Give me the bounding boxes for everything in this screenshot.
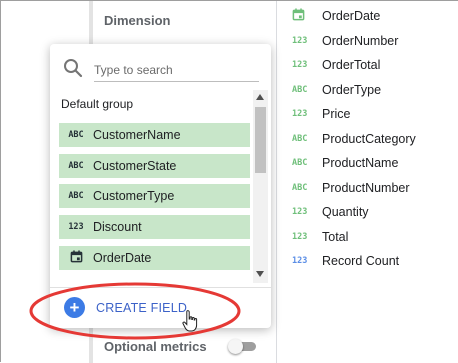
field-option-item[interactable]: ABC CustomerState — [59, 153, 250, 178]
field-options-list: ABC CustomerName ABC CustomerState ABC Custom… — [59, 123, 250, 276]
text-type-icon: ABC — [292, 158, 308, 169]
number-type-icon: 123 — [292, 207, 308, 218]
field-list-label: ProductNumber — [322, 180, 410, 195]
field-list-item[interactable]: 123 OrderTotal — [292, 53, 416, 78]
field-list-item[interactable]: ABC ProductName — [292, 151, 416, 176]
field-list-label: Quantity — [322, 205, 369, 220]
number-type-icon: 123 — [292, 60, 308, 71]
number-type-icon: 123 — [292, 256, 308, 267]
field-list-label: ProductCategory — [322, 131, 416, 146]
field-list-item[interactable]: 123 Record Count — [292, 249, 416, 274]
scroll-down-arrow-icon[interactable] — [256, 271, 264, 277]
field-list-label: Total — [322, 229, 349, 244]
available-fields-panel: OrderDate 123 OrderNumber 123 OrderTotal ABC O… — [276, 1, 458, 363]
create-field-button[interactable]: + CREATE FIELD — [64, 297, 187, 318]
field-option-label: OrderDate — [93, 250, 152, 265]
field-list-label: OrderDate — [322, 9, 381, 24]
field-list-item[interactable]: ABC OrderType — [292, 78, 416, 103]
field-list-item[interactable]: 123 OrderNumber — [292, 29, 416, 54]
field-list-item[interactable]: 123 Price — [292, 102, 416, 127]
field-list-item[interactable]: OrderDate — [292, 4, 416, 29]
field-option-label: Discount — [93, 220, 142, 235]
field-option-item[interactable]: ABC CustomerType — [59, 184, 250, 209]
number-type-icon: 123 — [292, 109, 308, 120]
field-option-item[interactable]: OrderDate — [59, 245, 250, 270]
text-type-icon: ABC — [68, 130, 84, 140]
number-type-icon: 123 — [292, 35, 308, 46]
plus-icon: + — [64, 297, 85, 318]
date-type-icon — [59, 250, 93, 266]
calendar-icon — [70, 250, 82, 263]
field-list-label: Record Count — [322, 254, 400, 269]
field-list-item[interactable]: 123 Quantity — [292, 200, 416, 225]
field-list-item[interactable]: ABC ProductCategory — [292, 127, 416, 152]
field-option-label: CustomerState — [93, 158, 177, 173]
text-type-icon: ABC — [292, 182, 308, 193]
field-list-label: OrderTotal — [322, 58, 381, 73]
create-field-label: CREATE FIELD — [96, 300, 188, 315]
field-option-item[interactable]: ABC CustomerName — [59, 123, 250, 147]
field-list-item[interactable]: 123 Total — [292, 225, 416, 250]
number-type-icon: 123 — [68, 222, 84, 233]
optional-metrics-label: Optional metrics — [104, 339, 207, 354]
dimension-label: Dimension — [104, 13, 171, 28]
scroll-up-arrow-icon[interactable] — [256, 94, 264, 100]
optional-metrics-toggle[interactable] — [228, 339, 258, 354]
popup-scrollbar[interactable] — [253, 90, 268, 283]
field-option-label: CustomerName — [93, 128, 181, 142]
popup-separator — [50, 287, 271, 288]
search-icon — [64, 59, 83, 78]
field-option-item[interactable]: 123 Discount — [59, 215, 250, 240]
field-option-label: CustomerType — [93, 189, 175, 204]
text-type-icon: ABC — [292, 84, 308, 95]
group-label: Default group — [61, 97, 134, 111]
field-list-label: OrderType — [322, 82, 382, 97]
field-list-label: Price — [322, 107, 351, 122]
available-fields-list: OrderDate 123 OrderNumber 123 OrderTotal ABC O… — [292, 4, 416, 274]
field-list-label: OrderNumber — [322, 33, 399, 48]
text-type-icon: ABC — [68, 191, 84, 202]
toggle-knob — [228, 339, 243, 354]
field-picker-popup: Default group ABC CustomerName ABC Customer… — [50, 44, 271, 328]
text-type-icon: ABC — [68, 160, 84, 171]
field-list-item[interactable]: ABC ProductNumber — [292, 176, 416, 201]
number-type-icon: 123 — [292, 231, 308, 242]
date-type-icon — [292, 8, 322, 24]
calendar-icon — [292, 8, 305, 21]
text-type-icon: ABC — [292, 133, 308, 144]
field-list-label: ProductName — [322, 156, 399, 171]
field-search-input[interactable] — [94, 59, 259, 82]
scroll-thumb[interactable] — [255, 107, 266, 173]
